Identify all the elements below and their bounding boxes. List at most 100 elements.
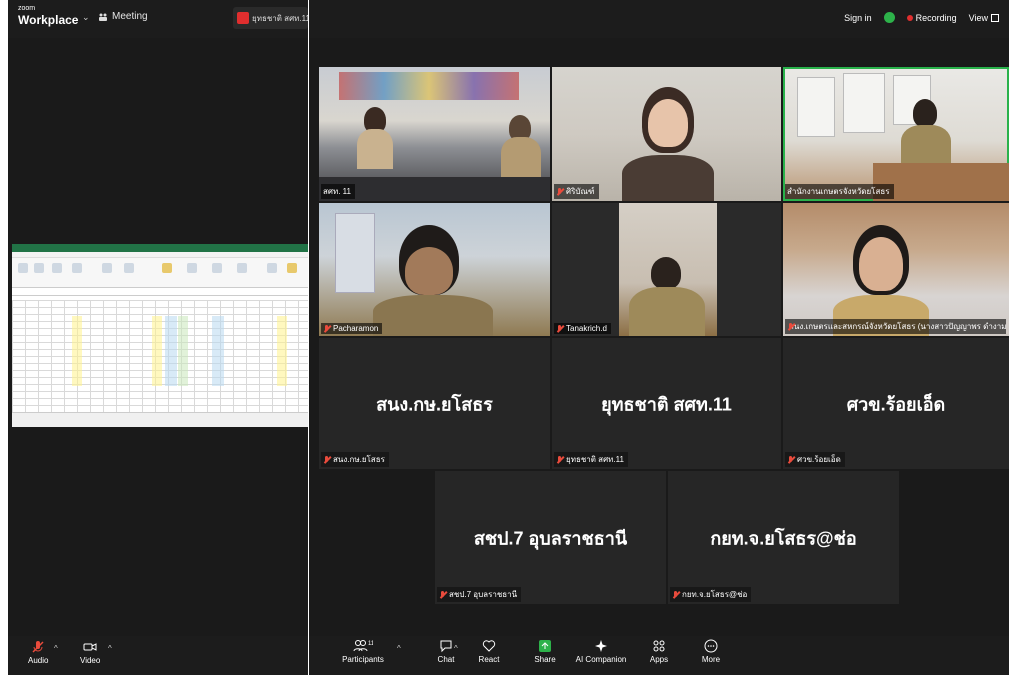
wall-poster — [335, 213, 375, 293]
meeting-menu[interactable]: Meeting — [98, 11, 148, 22]
participant-name: สนง.เกษตรและสหกรณ์จังหวัดยโสธร (นางสาวปั… — [789, 322, 1007, 331]
person-head — [913, 99, 937, 127]
react-button[interactable]: React — [459, 639, 519, 664]
participant-name-tag: ศวข.ร้อยเอ็ด — [785, 452, 845, 467]
participant-name-tag: สนง.เกษตรและสหกรณ์จังหวัดยโสธร (นางสาวปั… — [785, 319, 1007, 334]
participant-name-tag: สำนักงานเกษตรจังหวัดยโสธร — [785, 184, 894, 199]
zoom-workplace-logo[interactable]: zoom Workplace — [18, 5, 78, 28]
view-button[interactable]: View — [969, 13, 999, 23]
excel-formula-bar — [12, 288, 308, 296]
name-tile[interactable]: สนง.กษ.ยโสธร สนง.กษ.ยโสธร — [319, 338, 550, 469]
meeting-icon — [99, 13, 107, 21]
apps-button[interactable]: Apps — [629, 639, 689, 664]
name-tile[interactable]: สชป.7 อุบลราชธานี สชป.7 อุบลราชธานี — [435, 471, 666, 604]
person-body — [901, 125, 951, 165]
video-tile[interactable]: Pacharamon — [319, 203, 550, 336]
person-head — [651, 257, 681, 289]
participant-name: กยท.จ.ยโสธร@ช่อ — [682, 590, 748, 599]
gallery-window: Sign in Recording View สศท. 11 ศิริบัณฑ์… — [309, 0, 1009, 675]
person-face — [859, 237, 903, 291]
participants-caret-icon[interactable]: ^ — [397, 644, 401, 653]
participant-name: ศวข.ร้อยเอ็ด — [797, 455, 841, 464]
share-button[interactable]: Share — [515, 639, 575, 664]
meeting-label: Meeting — [112, 11, 148, 22]
video-tile-active-speaker[interactable]: สำนักงานเกษตรจังหวัดยโสธร — [783, 67, 1009, 201]
audio-button[interactable]: Audio — [28, 640, 48, 665]
video-tile[interactable]: Tanakrich.d — [552, 203, 781, 336]
recording-label: Recording — [915, 12, 957, 23]
ai-companion-button[interactable]: AI Companion — [571, 639, 631, 664]
shared-screen-window: zoom Workplace ⌄ Meeting ยุทธชาติ สศท.11… — [8, 0, 308, 675]
camera-icon — [83, 643, 97, 651]
participant-name: สำนักงานเกษตรจังหวัดยโสธร — [787, 187, 890, 196]
person-body — [373, 295, 493, 336]
recording-indicator[interactable]: Recording — [906, 12, 957, 23]
share-stop-icon — [237, 12, 249, 24]
muted-mic-icon — [672, 590, 680, 599]
share-screen-icon — [539, 640, 551, 652]
muted-mic-icon — [439, 590, 447, 599]
participant-display-name: ยุทธชาติ สศท.11 — [601, 394, 732, 414]
participants-count: 11 — [368, 641, 373, 647]
chevron-down-icon[interactable]: ⌄ — [82, 12, 90, 23]
chat-caret-icon[interactable]: ^ — [454, 644, 458, 653]
mic-muted-icon — [32, 641, 44, 653]
more-label: More — [701, 655, 721, 664]
apps-label: Apps — [649, 655, 669, 664]
muted-mic-icon — [556, 324, 564, 333]
video-options-caret-icon[interactable]: ^ — [108, 644, 112, 653]
person-body — [357, 129, 393, 169]
muted-mic-icon — [323, 455, 331, 464]
logo-big-text: Workplace — [18, 13, 79, 27]
wall-decoration — [339, 72, 519, 100]
shared-excel-screen — [12, 244, 308, 427]
view-grid-icon — [991, 14, 999, 23]
sparkle-icon — [595, 640, 607, 652]
excel-highlight-yellow — [72, 316, 82, 386]
excel-titlebar — [12, 244, 308, 252]
participant-display-name: สชป.7 อุบลราชธานี — [473, 528, 628, 548]
share-label: Share — [534, 655, 556, 664]
person-body — [629, 287, 705, 336]
wall-map — [843, 73, 885, 133]
more-button[interactable]: More — [681, 639, 741, 664]
recording-dot-icon — [906, 14, 913, 21]
logo-small-text: zoom — [18, 5, 36, 12]
audio-label: Audio — [28, 656, 49, 665]
excel-ribbon — [12, 258, 308, 288]
header-controls: Sign in Recording View — [844, 12, 999, 23]
participant-name-tag: Tanakrich.d — [554, 323, 611, 334]
participant-display-name: ศวข.ร้อยเอ็ด — [846, 394, 946, 414]
heart-icon — [482, 640, 496, 652]
video-button[interactable]: Video — [80, 640, 100, 665]
participants-icon: 11 — [353, 640, 373, 652]
participant-name: Pacharamon — [333, 324, 379, 333]
participant-name: ศิริบัณฑ์ — [566, 187, 595, 196]
muted-mic-icon — [787, 455, 795, 464]
react-label: React — [478, 655, 500, 664]
participants-label: Participants — [342, 655, 384, 664]
excel-status-bar — [12, 412, 308, 427]
name-tile[interactable]: กยท.จ.ยโสธร@ช่อ กยท.จ.ยโสธร@ช่อ — [668, 471, 899, 604]
participant-name-tag: สนง.กษ.ยโสธร — [321, 452, 389, 467]
video-tile[interactable]: สศท. 11 — [319, 67, 550, 201]
more-icon — [704, 639, 718, 653]
screen-share-tab[interactable]: ยุทธชาติ สศท.11's sc — [233, 7, 308, 29]
video-tile[interactable]: ศิริบัณฑ์ — [552, 67, 781, 201]
gallery-header: Sign in Recording View — [309, 0, 1009, 38]
video-feed — [619, 203, 717, 336]
chat-label: Chat — [437, 655, 455, 664]
security-shield-icon[interactable] — [883, 12, 895, 23]
sign-in-link[interactable]: Sign in — [844, 13, 872, 23]
audio-options-caret-icon[interactable]: ^ — [54, 644, 58, 653]
video-label: Video — [80, 656, 101, 665]
participant-display-name: กยท.จ.ยโสธร@ช่อ — [710, 528, 857, 548]
name-tile[interactable]: ศวข.ร้อยเอ็ด ศวข.ร้อยเอ็ด — [783, 338, 1009, 469]
video-tile[interactable]: สนง.เกษตรและสหกรณ์จังหวัดยโสธร (นางสาวปั… — [783, 203, 1009, 336]
meeting-toolbar: 11 Participants ^ Chat ^ React Share AI … — [309, 636, 1009, 675]
name-tile[interactable]: ยุทธชาติ สศท.11 ยุทธชาติ สศท.11 — [552, 338, 781, 469]
excel-highlight-yellow — [277, 316, 287, 386]
participants-button[interactable]: 11 Participants — [333, 639, 393, 664]
participant-name: สนง.กษ.ยโสธร — [333, 455, 385, 464]
muted-mic-icon — [556, 187, 564, 196]
